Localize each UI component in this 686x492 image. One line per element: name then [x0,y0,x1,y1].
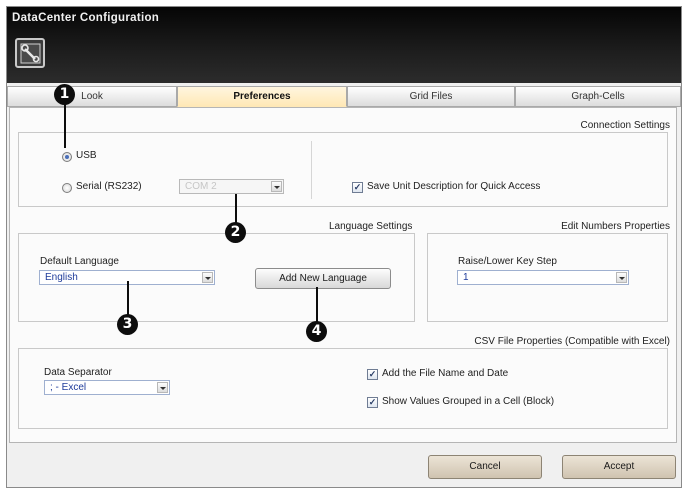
default-language-value: English [45,272,78,283]
save-desc-checkbox[interactable]: ✓ [352,182,363,193]
callout-4-line [316,287,318,322]
title-bar: DataCenter Configuration [7,7,681,83]
edit-numbers-group: Raise/Lower Key Step 1 [427,233,668,322]
serial-port-select[interactable]: COM 2 [179,179,284,194]
chevron-down-icon [616,272,627,283]
serial-radio[interactable] [62,183,72,193]
callout-3: 3 [117,314,138,335]
add-filename-label: Add the File Name and Date [382,368,509,379]
chevron-down-icon [271,181,282,192]
save-desc-label: Save Unit Description for Quick Access [367,181,541,192]
grouped-values-checkbox[interactable]: ✓ [367,397,378,408]
tab-grid-files[interactable]: Grid Files [347,86,515,107]
data-separator-select[interactable]: ; - Excel [44,380,170,395]
language-settings-title: Language Settings [329,221,413,232]
tab-preferences[interactable]: Preferences [177,86,347,107]
callout-1-line [64,103,66,148]
wrench-icon [15,38,45,68]
key-step-label: Raise/Lower Key Step [458,256,557,267]
callout-2: 2 [225,222,246,243]
key-step-select[interactable]: 1 [457,270,629,285]
connection-settings-group: USB Serial (RS232) COM 2 ✓ Save Unit Des… [18,132,668,207]
usb-label: USB [76,150,97,161]
add-filename-checkbox[interactable]: ✓ [367,369,378,380]
serial-label: Serial (RS232) [76,181,142,192]
callout-2-line [235,194,237,223]
connection-settings-title: Connection Settings [580,120,670,131]
language-settings-group: Default Language English Add New Languag… [18,233,415,322]
config-window: DataCenter Configuration Look Preference… [6,6,682,488]
serial-port-value: COM 2 [185,181,217,192]
cancel-button[interactable]: Cancel [428,455,542,479]
csv-properties-group: Data Separator ; - Excel ✓ Add the File … [18,348,668,429]
tab-look[interactable]: Look [7,86,177,107]
chevron-down-icon [202,272,213,283]
callout-4: 4 [306,321,327,342]
key-step-value: 1 [463,272,469,283]
chevron-down-icon [157,382,168,393]
grouped-values-label: Show Values Grouped in a Cell (Block) [382,396,555,407]
accept-button[interactable]: Accept [562,455,676,479]
data-separator-label: Data Separator [44,367,112,378]
add-new-language-button[interactable]: Add New Language [255,268,391,289]
tab-bar: Look Preferences Grid Files Graph-Cells [7,86,681,107]
csv-properties-title: CSV File Properties (Compatible with Exc… [474,336,670,347]
window-title: DataCenter Configuration [12,12,160,24]
usb-radio[interactable] [62,152,72,162]
callout-3-line [127,281,129,315]
preferences-panel: Connection Settings USB Serial (RS232) C… [9,107,677,443]
data-separator-value: ; - Excel [50,382,87,393]
callout-1: 1 [54,84,75,105]
edit-numbers-title: Edit Numbers Properties [561,221,670,232]
tab-graph-cells[interactable]: Graph-Cells [515,86,681,107]
divider [311,141,312,199]
default-language-label: Default Language [40,256,119,267]
